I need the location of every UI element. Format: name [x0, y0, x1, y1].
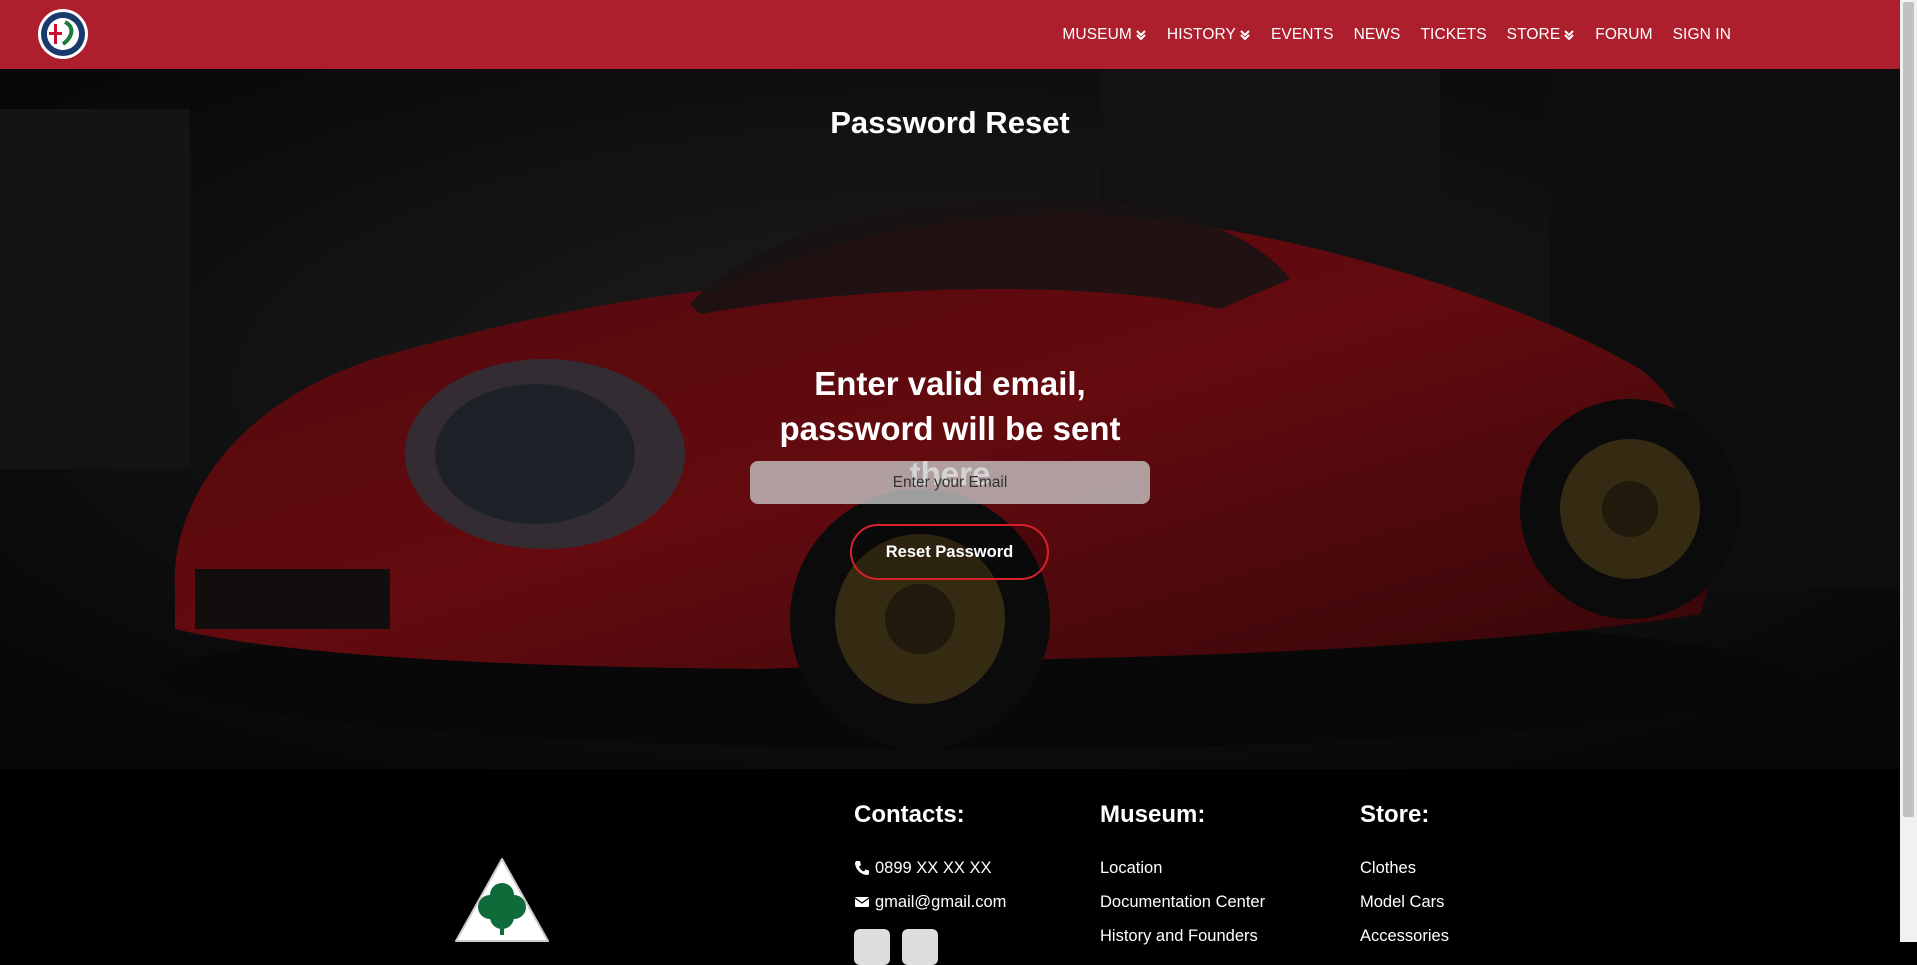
footer-link-location[interactable]: Location [1100, 851, 1265, 885]
main-nav-menu: MUSEUM HISTORY EVENTS NEWS TICKETS STORE [1052, 0, 1741, 69]
nav-item-museum[interactable]: MUSEUM [1052, 0, 1157, 69]
double-chevron-down-icon [1563, 29, 1575, 41]
nav-item-label: NEWS [1353, 25, 1401, 43]
footer-email-link[interactable]: gmail@gmail.com [854, 885, 1006, 919]
footer-museum-heading: Museum: [1100, 801, 1206, 828]
phone-icon [854, 860, 870, 876]
site-footer: Contacts: 0899 XX XX XX gmail@gmail.com … [0, 769, 1900, 965]
reset-password-button[interactable]: Reset Password [850, 524, 1049, 580]
social-icon-2[interactable] [902, 929, 938, 965]
footer-contacts-column: Contacts: 0899 XX XX XX gmail@gmail.com [854, 801, 1006, 965]
envelope-icon [854, 894, 870, 910]
nav-item-label: MUSEUM [1062, 25, 1132, 43]
nav-item-news[interactable]: NEWS [1344, 0, 1411, 69]
footer-contacts-heading: Contacts: [854, 801, 965, 828]
footer-store-column: Store: Clothes Model Cars Accessories [1360, 801, 1449, 953]
footer-link-model-cars[interactable]: Model Cars [1360, 885, 1449, 919]
nav-item-forum[interactable]: FORUM [1585, 0, 1662, 69]
nav-item-sign-in[interactable]: SIGN IN [1663, 0, 1741, 69]
footer-store-heading: Store: [1360, 801, 1430, 828]
hero-section: Password Reset Enter valid email, passwo… [0, 69, 1900, 769]
footer-phone-text: 0899 XX XX XX [875, 858, 992, 877]
nav-item-label: TICKETS [1420, 25, 1487, 43]
footer-phone-link[interactable]: 0899 XX XX XX [854, 851, 1006, 885]
alfa-romeo-logo-icon[interactable] [37, 8, 89, 60]
page-title: Password Reset [830, 105, 1070, 140]
footer-link-accessories[interactable]: Accessories [1360, 919, 1449, 953]
nav-item-history[interactable]: HISTORY [1157, 0, 1261, 69]
quadrifoglio-clover-icon [452, 855, 552, 945]
footer-museum-column: Museum: Location Documentation Center Hi… [1100, 801, 1265, 953]
nav-item-label: FORUM [1595, 25, 1653, 43]
nav-item-tickets[interactable]: TICKETS [1410, 0, 1496, 69]
social-icon-1[interactable] [854, 929, 890, 965]
nav-item-events[interactable]: EVENTS [1261, 0, 1344, 69]
nav-item-label: STORE [1506, 25, 1561, 43]
scrollbar-thumb[interactable] [1903, 2, 1914, 817]
social-links [854, 929, 1006, 965]
footer-link-clothes[interactable]: Clothes [1360, 851, 1449, 885]
nav-item-label: HISTORY [1166, 25, 1236, 43]
footer-link-documentation-center[interactable]: Documentation Center [1100, 885, 1265, 919]
email-input[interactable] [750, 461, 1150, 504]
nav-item-label: EVENTS [1270, 25, 1334, 43]
footer-link-history-and-founders[interactable]: History and Founders [1100, 919, 1265, 953]
nav-item-label: SIGN IN [1672, 25, 1731, 43]
double-chevron-down-icon [1239, 29, 1251, 41]
double-chevron-down-icon [1135, 29, 1147, 41]
nav-item-store[interactable]: STORE [1497, 0, 1586, 69]
page-scrollbar[interactable] [1900, 0, 1917, 942]
top-navbar: MUSEUM HISTORY EVENTS NEWS TICKETS STORE [0, 0, 1900, 69]
footer-email-text: gmail@gmail.com [875, 892, 1007, 911]
